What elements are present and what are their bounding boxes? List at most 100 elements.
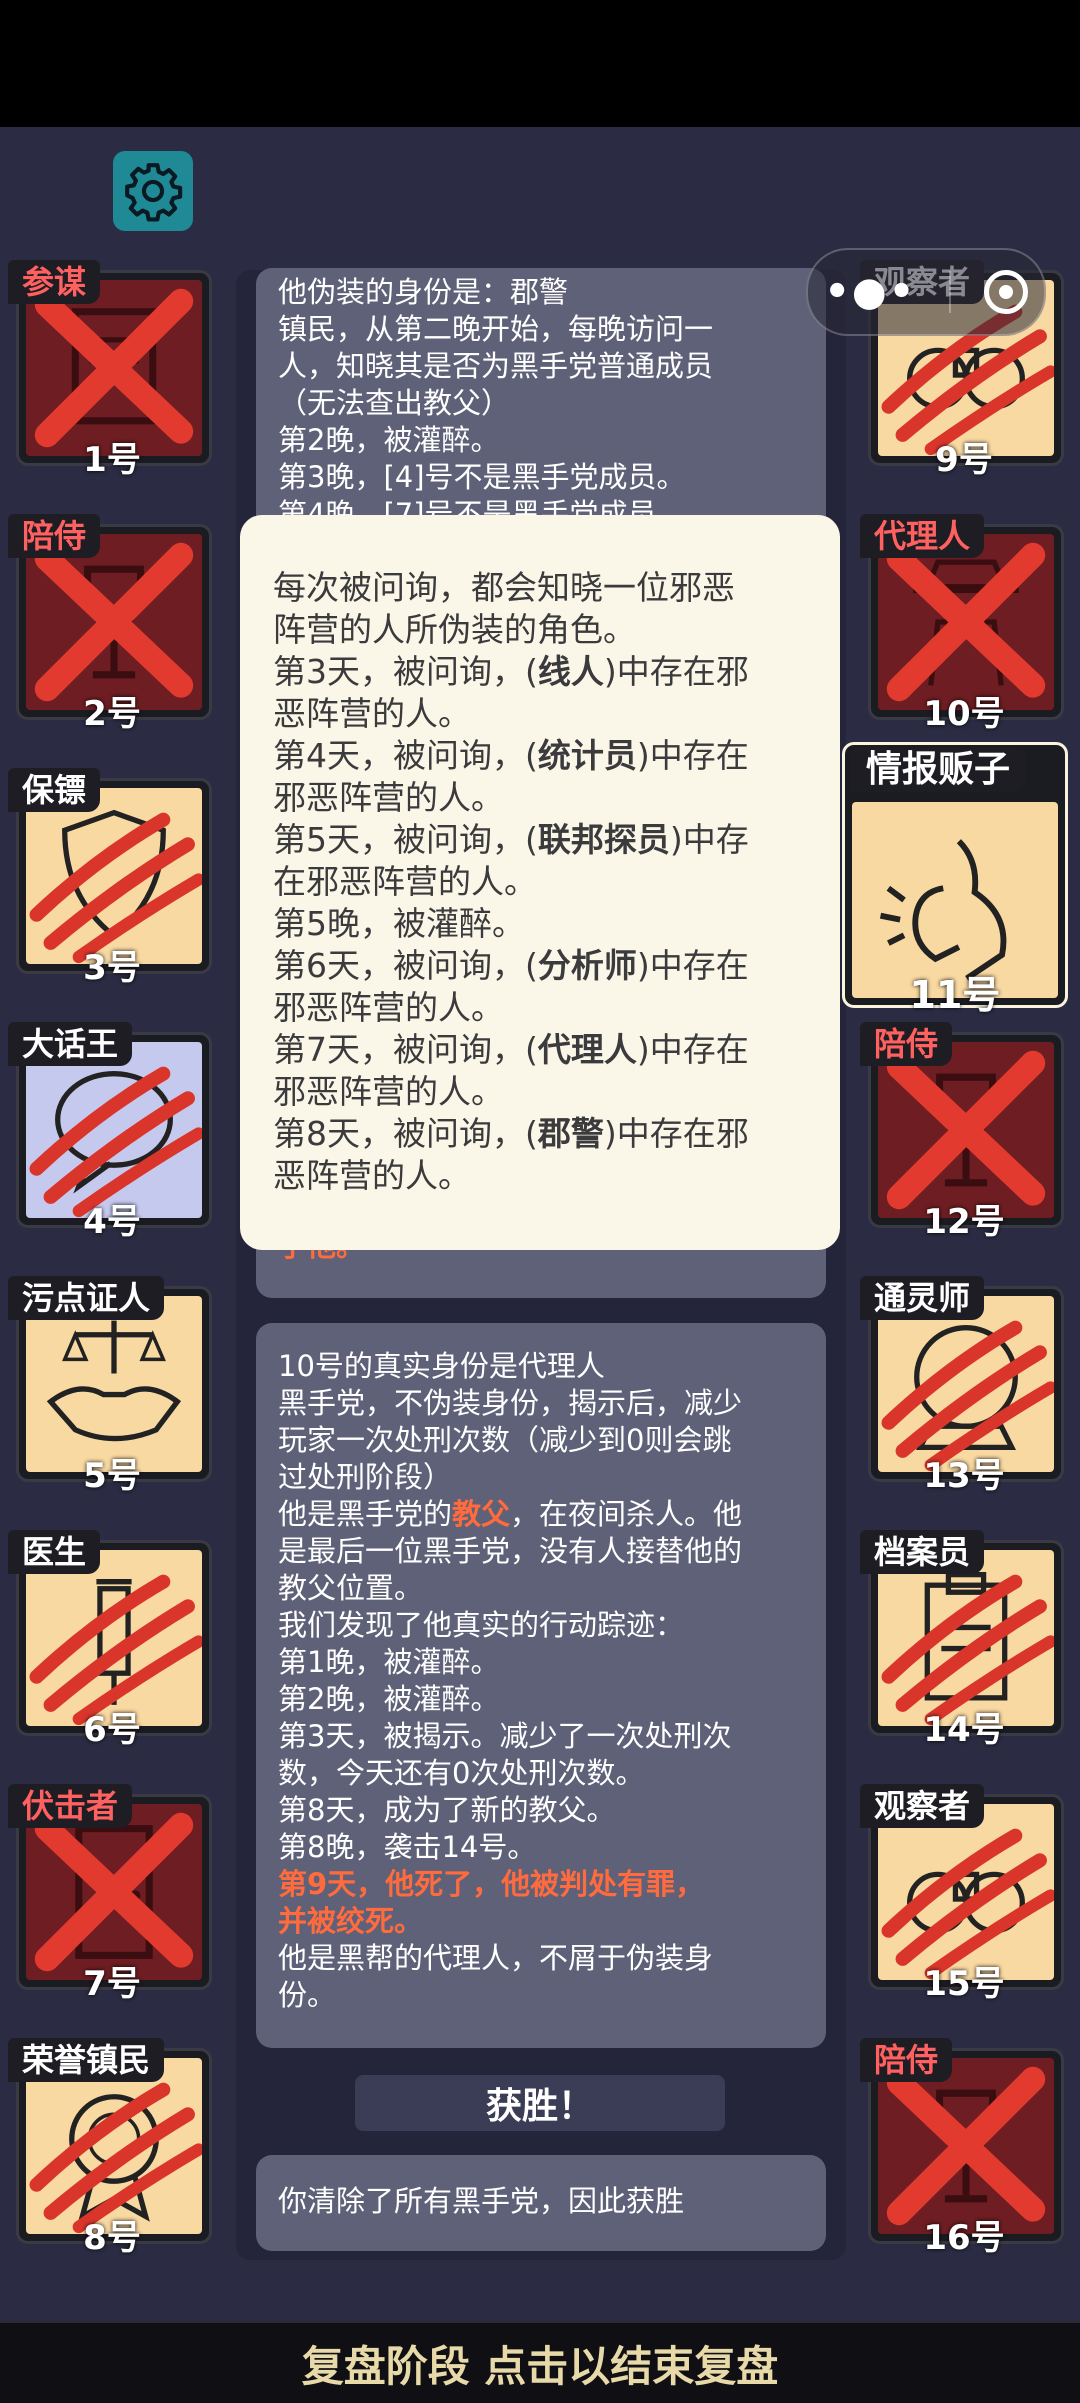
popup-line: 每次被问询，都会知晓一位邪恶 [273,568,735,607]
player-number: 6号 [83,1710,141,1750]
player-number: 1号 [83,440,141,480]
popup-line: 第5晚，被灌醉。 [273,904,525,943]
player-number: 5号 [83,1456,141,1496]
end-review-button[interactable]: 复盘阶段 点击以结束复盘 [0,2320,1080,2403]
role-label: 医生 [8,1530,101,1574]
popup-entry: 第3天，被问询，(线人)中存在邪 [273,652,749,691]
claw-mark-icon [29,1574,202,1726]
role-label: 保镖 [8,768,101,812]
log-line: 数，今天还有0次处刑次数。 [278,1756,645,1790]
death-line: 第9天，他死了，他被判处有罪， [278,1867,705,1901]
highlight-role: 教父 [452,1497,511,1531]
role-name: 分析师 [537,946,637,985]
role-label: 观察者 [860,1784,985,1828]
eliminated-x-icon [34,542,194,702]
player-card-5[interactable]: 污点证人 5号 [8,1276,216,1496]
claw-mark-icon [29,1066,202,1218]
log-line: 第3晚，[4]号不是黑手党成员。 [278,460,686,494]
role-label: 参谋 [8,260,101,304]
more-dots-icon[interactable]: •●• [824,272,916,312]
player-number: 3号 [83,948,141,988]
eliminated-x-icon [886,542,1046,702]
player-number: 4号 [83,1202,141,1242]
player-number: 10号 [923,694,1005,734]
player-card-4[interactable]: 大话王 4号 [8,1022,216,1242]
popup-entry: 第5天，被问询，(联邦探员)中存 [273,820,749,859]
role-label: 陪侍 [8,514,101,558]
player-card-13[interactable]: 通灵师 13号 [860,1276,1068,1496]
popup-line: 邪恶阵营的人。 [273,1072,504,1111]
role-name: 统计员 [537,736,637,775]
player-card-11[interactable]: 情报贩子 11号 [842,742,1068,1017]
log-line: 他伪装的身份是：郡警 [278,275,569,309]
log-line: 份。 [278,1978,337,2012]
info-popup[interactable]: 每次被问询，都会知晓一位邪恶 阵营的人所伪装的角色。 第3天，被问询，(线人)中… [240,515,840,1250]
scales-handshake-icon [46,1320,182,1442]
player-card-14[interactable]: 档案员 14号 [860,1530,1068,1750]
player-number: 16号 [923,2218,1005,2258]
mini-program-capsule: •●• [806,248,1046,336]
eliminated-x-icon [34,1812,194,1972]
popup-line: 在邪恶阵营的人。 [273,862,537,901]
log-line: 镇民，从第二晚开始，每晚访问一 [278,312,714,346]
log-line: 过处刑阶段） [278,1460,453,1494]
target-circle-icon[interactable] [983,270,1028,314]
player-card-6[interactable]: 医生 6号 [8,1530,216,1750]
popup-line: 邪恶阵营的人。 [273,988,504,1027]
log-line: 是最后一位黑手党，没有人接替他的 [278,1534,743,1568]
player-card-1[interactable]: 参谋 1号 [8,260,216,480]
claw-mark-icon [29,812,202,964]
claw-mark-icon [881,1828,1054,1980]
log-line: 第1晚，被灌醉。 [278,1645,500,1679]
victory-label: 获胜！ [355,2075,725,2131]
player-card-12[interactable]: 陪侍 12号 [860,1022,1068,1242]
settings-button[interactable] [113,151,193,231]
role-name: 代理人 [537,1030,637,1069]
death-line: 并被绞死。 [278,1904,424,1938]
log-line: 第8天，成为了新的教父。 [278,1793,616,1827]
popup-entry: 第8天，被问询，(郡警)中存在邪 [273,1114,749,1153]
eliminated-x-icon [34,288,194,448]
claw-mark-icon [881,1320,1054,1472]
player-card-8[interactable]: 荣誉镇民 8号 [8,2038,216,2258]
player-number: 9号 [935,440,993,480]
popup-entry: 第7天，被问询，(代理人)中存在 [273,1030,749,1069]
player-number: 2号 [83,694,141,734]
popup-line: 邪恶阵营的人。 [273,778,504,817]
log-line: 第2晚，被灌醉。 [278,1682,500,1716]
player-number: 11号 [909,973,1001,1017]
victory-log-card: 你清除了所有黑手党，因此获胜 [256,2155,826,2251]
player-card-16[interactable]: 陪侍 16号 [860,2038,1068,2258]
player-card-2[interactable]: 陪侍 2号 [8,514,216,734]
log-line: 第3天，被揭示。减少了一次处刑次 [278,1719,732,1753]
claw-mark-icon [881,1574,1054,1726]
log-line: 玩家一次处刑次数（减少到0则会跳 [278,1423,732,1457]
capsule-divider [949,271,951,313]
role-label: 大话王 [8,1022,133,1066]
gear-icon [125,163,183,222]
player-card-3[interactable]: 保镖 3号 [8,768,216,988]
log-line: （无法查出教父） [278,386,511,420]
popup-line: 阵营的人所伪装的角色。 [273,610,636,649]
popup-line: 恶阵营的人。 [273,1156,471,1195]
player-number: 15号 [923,1964,1005,2004]
popup-entry: 第6天，被问询，(分析师)中存在 [273,946,749,985]
log-line: 他是黑手党的教父，在夜间杀人。他 [278,1497,743,1531]
role-label: 通灵师 [860,1276,985,1320]
player-card-15[interactable]: 观察者 15号 [860,1784,1068,2004]
player-number: 12号 [923,1202,1005,1242]
eliminated-x-icon [886,2066,1046,2226]
role-label: 污点证人 [8,1276,165,1320]
log-line: 黑手党，不伪装身份，揭示后，减少 [278,1386,743,1420]
role-label: 荣誉镇民 [8,2038,165,2082]
player-card-7[interactable]: 伏击者 7号 [8,1784,216,2004]
popup-line: 恶阵营的人。 [273,694,471,733]
popup-entry: 第4天，被问询，(统计员)中存在 [273,736,749,775]
role-label: 情报贩子 [850,748,1027,792]
role-label: 陪侍 [860,2038,953,2082]
player-number: 13号 [923,1456,1005,1496]
log-line: 你清除了所有黑手党，因此获胜 [278,2184,685,2218]
role-name: 线人 [537,652,604,691]
log-line: 我们发现了他真实的行动踪迹： [278,1608,685,1642]
player-card-10[interactable]: 代理人 10号 [860,514,1068,734]
